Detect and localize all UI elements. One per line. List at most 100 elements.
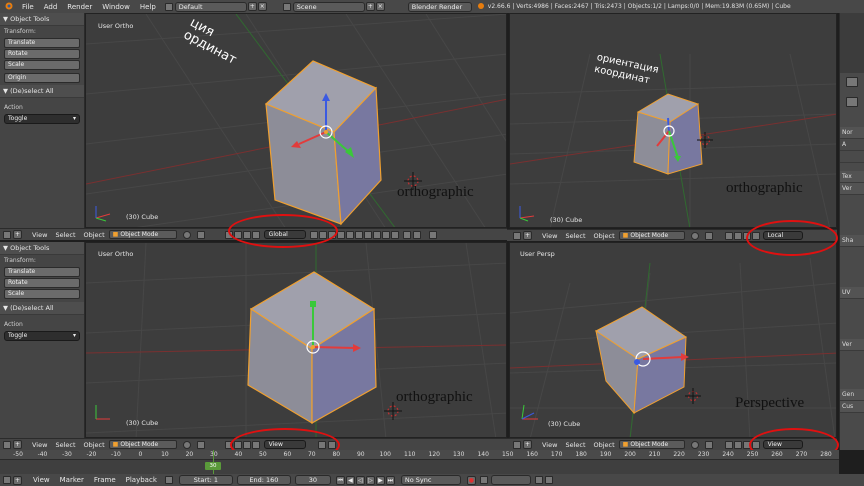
blender-logo-icon[interactable] [0, 1, 17, 12]
vertex-groups-section[interactable]: Ver [840, 183, 864, 195]
playback-controls[interactable]: ⏮ ◀ ◁ ▷ ▶ ⏭ [335, 475, 395, 485]
editor-type-icon-timeline[interactable] [3, 476, 11, 484]
preview-range-icon[interactable] [164, 476, 173, 484]
timeline[interactable]: -50 -40 -30 -20 -10 0 10 20 30 40 50 60 70 80 90 100 110… [0, 450, 839, 474]
viewport-top-right[interactable]: ориентация координат orthographic (30) C… [509, 13, 837, 228]
keying-set-field[interactable] [490, 475, 531, 485]
menu-object-4[interactable]: Object [590, 441, 619, 449]
angle-row[interactable] [840, 151, 864, 163]
tool-shelf-header[interactable]: ▼ Object Tools [0, 13, 84, 26]
uv-maps-section[interactable]: UV [840, 287, 864, 299]
keying-set-icon[interactable] [479, 476, 488, 484]
normals-section[interactable]: Nor [840, 127, 864, 139]
menu-help[interactable]: Help [135, 3, 161, 11]
transform-manipulator[interactable] [281, 89, 371, 189]
rotate-button-2[interactable]: Rotate [4, 278, 80, 288]
collapse-menu-button-3[interactable]: + [13, 440, 22, 449]
collapse-menu-button[interactable]: + [13, 230, 22, 239]
menu-add[interactable]: Add [39, 3, 63, 11]
editor-type-icon-2[interactable] [513, 231, 521, 240]
menu-select-2[interactable]: Select [561, 232, 589, 240]
texture-space-section[interactable]: Tex [840, 171, 864, 183]
menu-window[interactable]: Window [97, 3, 135, 11]
rotate-button[interactable]: Rotate [4, 49, 80, 59]
3d-cursor-icon-2[interactable] [697, 132, 713, 148]
mode-select-2[interactable]: ■ Object Mode [618, 231, 685, 240]
deselect-all-header[interactable]: ▼ (De)select All [0, 85, 84, 98]
remove-scene-button[interactable]: × [375, 2, 385, 11]
record-icon[interactable]: ● [466, 475, 476, 485]
menu-object-2[interactable]: Object [590, 232, 619, 240]
transform-manipulator-4[interactable] [628, 341, 698, 381]
render-icon[interactable] [428, 230, 437, 239]
shape-keys-section[interactable]: Sha [840, 235, 864, 247]
translate-button[interactable]: Translate [4, 38, 80, 48]
menu-render[interactable]: Render [62, 3, 97, 11]
menu-view-timeline[interactable]: View [28, 476, 55, 484]
snap-icon[interactable] [412, 230, 421, 239]
origin-button[interactable]: Origin [4, 73, 80, 83]
scale-button-2[interactable]: Scale [4, 289, 80, 299]
autosmooth-row[interactable]: A [840, 139, 864, 151]
scene-icon[interactable] [282, 2, 291, 11]
add-layout-button[interactable]: + [247, 2, 257, 11]
menu-view-4[interactable]: View [538, 441, 561, 449]
mode-select-3[interactable]: ■ Object Mode [108, 440, 177, 449]
pivot-point-icon-3[interactable] [196, 440, 205, 449]
menu-view-2[interactable]: View [538, 232, 561, 240]
menu-marker[interactable]: Marker [55, 476, 89, 484]
vertex-colors-section[interactable]: Ver [840, 339, 864, 351]
manipulator-toggle-icon-2[interactable] [724, 231, 733, 240]
end-frame-field[interactable]: End: 160 [236, 475, 291, 485]
proportional-edit-icon[interactable] [402, 230, 411, 239]
menu-select-3[interactable]: Select [51, 441, 79, 449]
viewport-bottom-right[interactable]: User Persp Perspective (30) Cube [509, 242, 837, 438]
delete-keyframe-icon[interactable] [544, 476, 553, 484]
menu-object[interactable]: Object [80, 231, 109, 239]
mode-select[interactable]: ■ Object Mode [108, 230, 177, 239]
collapse-menu-button-4[interactable]: + [523, 440, 532, 449]
menu-view[interactable]: View [28, 231, 51, 239]
object-data-icon[interactable] [846, 97, 858, 107]
viewport-shading-icon-3[interactable] [182, 440, 191, 449]
viewport-top-left[interactable]: User Ortho ция ординат orthographic (30)… [85, 13, 507, 228]
viewport-shading-icon-2[interactable] [690, 231, 699, 240]
viewport-shading-icon[interactable] [182, 230, 191, 239]
3d-cursor-icon-4[interactable] [685, 388, 701, 404]
translate-manipulator-icon-4[interactable] [733, 440, 742, 449]
scale-button[interactable]: Scale [4, 60, 80, 70]
custom-properties-section[interactable]: Cus [840, 401, 864, 413]
current-frame-marker[interactable]: 30 [205, 462, 221, 470]
translate-button-2[interactable]: Translate [4, 267, 80, 277]
add-scene-button[interactable]: + [365, 2, 375, 11]
tool-shelf-header-2[interactable]: ▼ Object Tools [0, 242, 84, 255]
properties-icon[interactable] [846, 77, 858, 87]
menu-select-4[interactable]: Select [561, 441, 589, 449]
manipulator-toggle-icon-4[interactable] [724, 440, 733, 449]
transform-manipulator-2[interactable] [645, 114, 705, 174]
menu-playback[interactable]: Playback [121, 476, 162, 484]
editor-type-icon-4[interactable] [513, 440, 521, 449]
action-select[interactable]: Toggle [4, 114, 80, 124]
menu-frame[interactable]: Frame [89, 476, 121, 484]
collapse-menu-button-timeline[interactable]: + [13, 475, 22, 485]
menu-view-3[interactable]: View [28, 441, 51, 449]
editor-type-icon[interactable] [3, 230, 11, 239]
deselect-all-header-2[interactable]: ▼ (De)select All [0, 302, 84, 315]
menu-select[interactable]: Select [51, 231, 79, 239]
geometry-data-section[interactable]: Gen [840, 389, 864, 401]
pivot-point-icon-2[interactable] [704, 231, 713, 240]
viewport-bottom-left[interactable]: User Ortho orthographic (30) Cube [85, 242, 507, 438]
mode-select-4[interactable]: ■ Object Mode [618, 440, 685, 449]
pivot-point-icon[interactable] [196, 230, 205, 239]
viewport-shading-icon-4[interactable] [690, 440, 699, 449]
menu-file[interactable]: File [17, 3, 39, 11]
scene-field[interactable]: Scene [292, 1, 365, 12]
screen-layout-icon[interactable] [164, 2, 173, 11]
remove-layout-button[interactable]: × [257, 2, 267, 11]
editor-type-icon-3[interactable] [3, 440, 11, 449]
insert-keyframe-icon[interactable] [534, 476, 543, 484]
start-frame-field[interactable]: Start: 1 [178, 475, 233, 485]
collapse-menu-button-2[interactable]: + [523, 231, 532, 240]
timeline-ruler[interactable]: -50-40-30-20-100102030405060708090100110… [0, 450, 839, 460]
